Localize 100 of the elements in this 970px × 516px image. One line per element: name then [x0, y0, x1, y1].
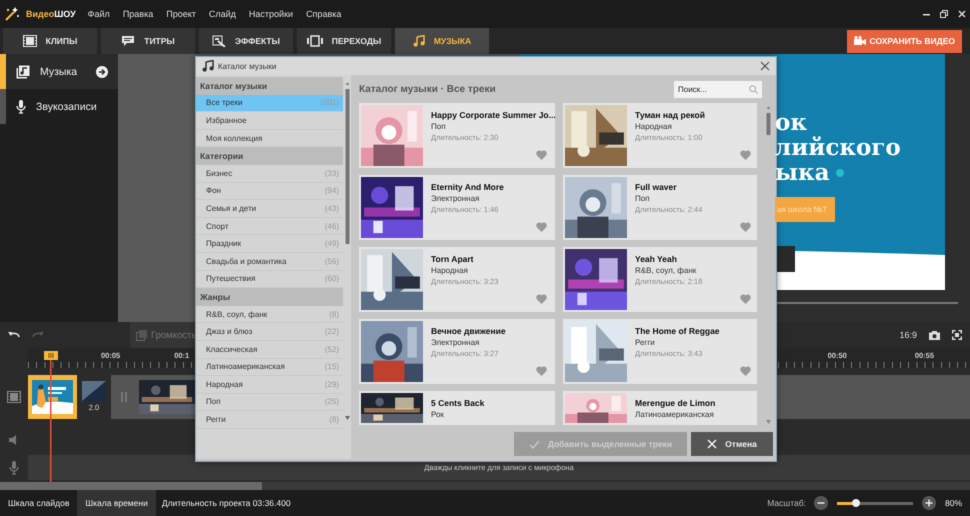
category-item[interactable]: Фон (94) [196, 182, 343, 200]
track-genre: Поп [635, 194, 651, 203]
logo-icon [4, 6, 20, 22]
zoom-in-button[interactable] [922, 496, 936, 510]
category-item[interactable]: Регги (8) [196, 411, 343, 429]
music-note-icon [412, 35, 425, 47]
menu-item[interactable]: Проект [166, 9, 196, 19]
track-title: Torn Apart [431, 254, 474, 264]
category-header: Каталог музыки [196, 77, 343, 95]
heart-icon[interactable] [536, 366, 547, 376]
heart-icon[interactable] [740, 294, 751, 304]
tab[interactable]: ПЕРЕХОДЫ [297, 28, 391, 54]
heart-icon[interactable] [536, 150, 547, 160]
track-genre: R&B, соул, фанк [635, 266, 698, 275]
track-genre: Латиноамериканская [635, 410, 715, 419]
track-genre: Рок [431, 410, 445, 419]
category-item[interactable]: Джаз и блюз (22) [196, 323, 343, 341]
menu-item[interactable]: Настройки [248, 9, 294, 19]
track-title: Вечное движение [431, 326, 506, 336]
zoom-out-button[interactable] [814, 496, 828, 510]
app-title: ВидеоШОУ [26, 9, 76, 19]
timeline-mode-tab[interactable]: Шкала времени [77, 490, 156, 516]
transition-icon [306, 35, 323, 47]
track-title: 5 Cents Back [431, 398, 484, 408]
tab[interactable]: МУЗЫКА [395, 28, 489, 54]
microphone-icon [16, 100, 26, 114]
track-title: Туман над рекой [635, 110, 705, 120]
project-duration: Длительность проекта 03:36.400 [162, 498, 291, 508]
zoom-value: 80% [944, 498, 962, 508]
zoom-label: Масштаб: [767, 498, 806, 508]
search-field[interactable]: Поиск... [674, 80, 762, 98]
track-title: Full waver [635, 182, 678, 192]
tab[interactable]: КЛИПЫ [3, 28, 97, 54]
track-genre: Поп [431, 122, 447, 131]
scroll-down-icon[interactable] [344, 415, 350, 421]
dialog-title: Каталог музыки [218, 62, 276, 70]
track-title: The Home of Reggae [635, 326, 720, 336]
restore-icon[interactable] [940, 10, 948, 18]
music-note-icon [202, 60, 214, 72]
tab[interactable]: ЭФФЕКТЫ [199, 28, 293, 54]
category-item[interactable]: Бизнес (33) [196, 164, 343, 183]
camera-icon[interactable] [929, 330, 940, 340]
check-icon [528, 440, 540, 448]
track-genre: Электронная [431, 338, 480, 347]
effects-icon [212, 35, 226, 47]
heart-icon[interactable] [536, 222, 547, 232]
dot-icon [836, 168, 844, 176]
category-item[interactable]: Все треки (201) [196, 94, 343, 112]
arrow-right-icon[interactable] [96, 66, 108, 78]
zoom-slider[interactable] [836, 502, 913, 504]
menu-item[interactable]: Правка [122, 9, 154, 19]
category-header: Категории [196, 147, 343, 165]
track-genre: Народная [431, 266, 469, 275]
track-title: Merengue de Limon [635, 398, 716, 408]
tab[interactable]: ТИТРЫ [101, 28, 195, 54]
heart-icon[interactable] [740, 150, 751, 160]
slide-clip[interactable] [28, 374, 77, 418]
category-item[interactable]: Праздник (49) [196, 235, 343, 253]
category-header: Жанры [196, 288, 343, 306]
menu-item[interactable]: Слайд [208, 9, 236, 19]
category-item[interactable]: Спорт (46) [196, 218, 343, 236]
category-item[interactable]: Народная (29) [196, 376, 343, 394]
category-item[interactable]: Свадьба и романтика (56) [196, 252, 343, 271]
playhead[interactable] [44, 351, 58, 482]
search-icon [749, 84, 758, 94]
track-genre: Электронная [431, 194, 480, 203]
track-card[interactable]: 5 Cents Back Рок [359, 391, 555, 425]
slide-text: ыка [775, 160, 830, 185]
menu-item[interactable]: Файл [88, 9, 110, 19]
track-genre: Народная [635, 122, 673, 131]
category-item[interactable]: Латиноамериканская (15) [196, 358, 343, 376]
track-title: Yeah Yeah [635, 254, 678, 264]
heart-icon[interactable] [740, 366, 751, 376]
film-icon [22, 35, 37, 47]
category-item[interactable]: R&B, соул, фанк (8) [196, 306, 343, 324]
catalog-heading: Каталог музыки · Все треки [359, 84, 497, 94]
track-title: Happy Corporate Summer Jo... [431, 110, 556, 120]
volume-icon [136, 330, 147, 340]
track-title: Eternity And More [431, 182, 504, 192]
cancel-button[interactable]: Отмена [691, 432, 773, 456]
close-icon [707, 439, 718, 449]
track-genre: Регги [635, 338, 656, 347]
track-card[interactable]: Merengue de Limon Латиноамериканская [563, 391, 757, 425]
microphone-icon [9, 460, 19, 474]
category-item[interactable]: Классическая (52) [196, 340, 343, 358]
category-item[interactable]: Избранное [196, 112, 343, 130]
sidebar-item[interactable]: Музыка [0, 54, 118, 89]
redo-icon[interactable] [32, 330, 44, 340]
menu-item[interactable]: Справка [306, 9, 342, 19]
speech-bubble-icon [121, 35, 136, 47]
undo-icon[interactable] [8, 330, 20, 340]
aspect-ratio-button[interactable]: 16:9 [899, 330, 917, 340]
heart-icon[interactable] [536, 294, 547, 304]
film-icon [7, 390, 21, 402]
heart-icon[interactable] [740, 222, 751, 232]
slide-text: ок [775, 110, 807, 135]
fullscreen-icon[interactable] [952, 330, 962, 340]
scrollbar-thumb[interactable] [0, 482, 262, 490]
category-item[interactable]: Поп (25) [196, 394, 343, 412]
category-item[interactable]: Семья и дети (43) [196, 200, 343, 218]
